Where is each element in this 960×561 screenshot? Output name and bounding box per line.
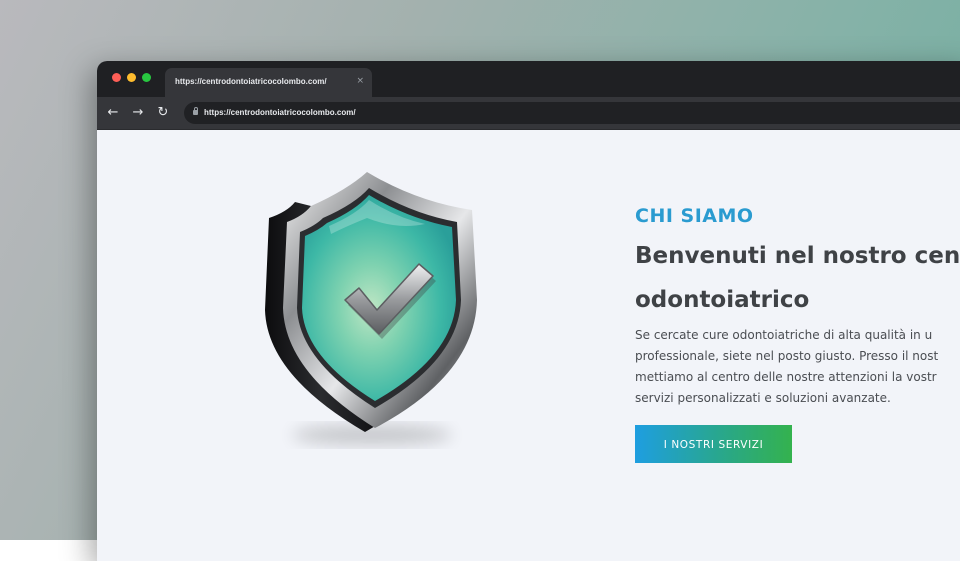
reload-icon[interactable]: ↻ (155, 105, 171, 121)
our-services-button[interactable]: I NOSTRI SERVIZI (635, 425, 792, 463)
intro-paragraph: Se cercate cure odontoiatriche di alta q… (635, 325, 960, 409)
minimize-window-button[interactable] (127, 73, 136, 82)
heading-line: odontoiatrico (635, 287, 810, 313)
page-viewport: CHI SIAMO Benvenuti nel nostro cen odont… (97, 130, 960, 561)
lock-icon (193, 106, 198, 115)
paragraph-line: servizi personalizzati e soluzioni avanz… (635, 391, 891, 405)
tab-title: https://centrodontoiatricocolombo.com/ (175, 77, 327, 86)
close-icon[interactable]: × (356, 75, 364, 87)
browser-titlebar: https://centrodontoiatricocolombo.com/ × (97, 61, 960, 97)
browser-toolbar: ← → ↻ https://centrodontoiatricocolombo.… (97, 97, 960, 130)
maximize-window-button[interactable] (142, 73, 151, 82)
forward-arrow-icon[interactable]: → (130, 105, 146, 121)
back-arrow-icon[interactable]: ← (105, 105, 121, 121)
browser-window: https://centrodontoiatricocolombo.com/ ×… (97, 61, 960, 561)
heading-line: Benvenuti nel nostro cen (635, 243, 960, 269)
shield-check-icon (247, 160, 492, 450)
paragraph-line: Se cercate cure odontoiatriche di alta q… (635, 328, 933, 342)
address-bar[interactable]: https://centrodontoiatricocolombo.com/ (184, 102, 960, 124)
close-window-button[interactable] (112, 73, 121, 82)
page-heading: Benvenuti nel nostro cen odontoiatrico (635, 234, 960, 322)
section-eyebrow: CHI SIAMO (635, 205, 754, 227)
address-bar-url[interactable]: https://centrodontoiatricocolombo.com/ (204, 108, 356, 117)
paragraph-line: professionale, siete nel posto giusto. P… (635, 349, 939, 363)
paragraph-line: mettiamo al centro delle nostre attenzio… (635, 370, 937, 384)
browser-tab[interactable]: https://centrodontoiatricocolombo.com/ × (165, 68, 372, 97)
